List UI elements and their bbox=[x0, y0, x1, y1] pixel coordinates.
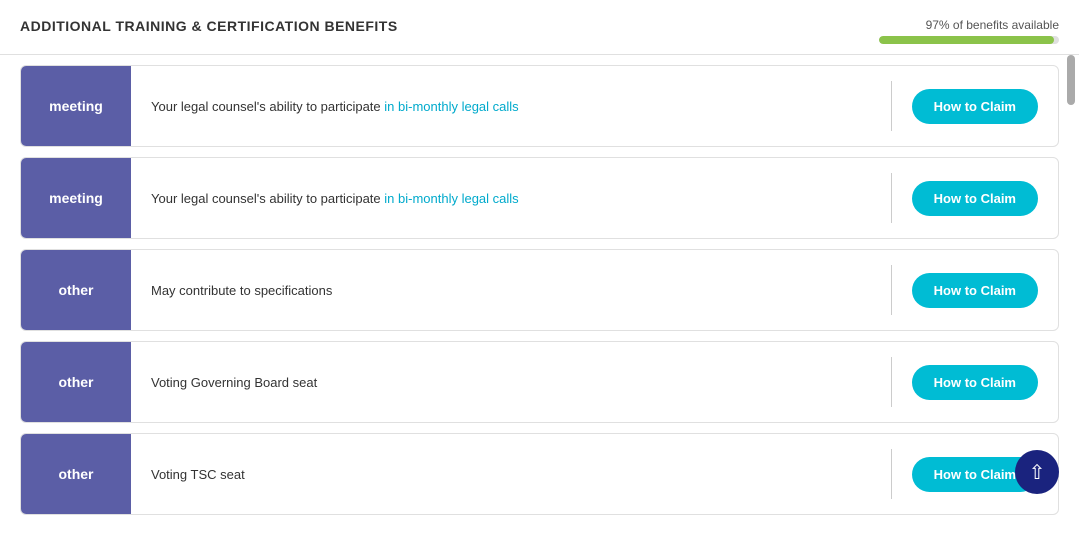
page-header: ADDITIONAL TRAINING & CERTIFICATION BENE… bbox=[0, 0, 1079, 55]
highlight-text: in bi-monthly legal calls bbox=[384, 191, 518, 206]
benefits-percentage-text: 97% of benefits available bbox=[926, 18, 1059, 32]
scrollbar-thumb[interactable] bbox=[1067, 55, 1075, 105]
benefit-tag-meeting: meeting bbox=[21, 66, 131, 146]
progress-bar-fill bbox=[879, 36, 1054, 44]
claim-btn-area: How to Claim bbox=[892, 89, 1058, 124]
benefit-description: Voting TSC seat bbox=[131, 452, 891, 497]
benefits-info: 97% of benefits available bbox=[879, 18, 1059, 44]
benefit-description: Your legal counsel's ability to particip… bbox=[131, 84, 891, 129]
how-to-claim-button[interactable]: How to Claim bbox=[912, 89, 1038, 124]
benefit-description: Your legal counsel's ability to particip… bbox=[131, 176, 891, 221]
benefit-row: other Voting Governing Board seat How to… bbox=[20, 341, 1059, 423]
back-to-top-button[interactable]: ⇧ bbox=[1015, 450, 1059, 494]
progress-bar-container bbox=[879, 36, 1059, 44]
benefit-description: Voting Governing Board seat bbox=[131, 360, 891, 405]
how-to-claim-button[interactable]: How to Claim bbox=[912, 273, 1038, 308]
claim-btn-area: How to Claim bbox=[892, 365, 1058, 400]
highlight-text: in bi-monthly legal calls bbox=[384, 99, 518, 114]
claim-btn-area: How to Claim bbox=[892, 181, 1058, 216]
benefit-row: other Voting TSC seat How to Claim bbox=[20, 433, 1059, 515]
benefit-tag-meeting: meeting bbox=[21, 158, 131, 238]
benefit-row: meeting Your legal counsel's ability to … bbox=[20, 65, 1059, 147]
benefit-row: other May contribute to specifications H… bbox=[20, 249, 1059, 331]
page-title: ADDITIONAL TRAINING & CERTIFICATION BENE… bbox=[20, 18, 398, 34]
benefit-description: May contribute to specifications bbox=[131, 268, 891, 313]
back-to-top-icon: ⇧ bbox=[1029, 460, 1046, 485]
how-to-claim-button[interactable]: How to Claim bbox=[912, 181, 1038, 216]
benefit-row: meeting Your legal counsel's ability to … bbox=[20, 157, 1059, 239]
benefit-tag-other: other bbox=[21, 250, 131, 330]
content-area: meeting Your legal counsel's ability to … bbox=[0, 55, 1079, 535]
claim-btn-area: How to Claim bbox=[892, 273, 1058, 308]
benefit-tag-other: other bbox=[21, 342, 131, 422]
how-to-claim-button[interactable]: How to Claim bbox=[912, 365, 1038, 400]
benefit-tag-other: other bbox=[21, 434, 131, 514]
